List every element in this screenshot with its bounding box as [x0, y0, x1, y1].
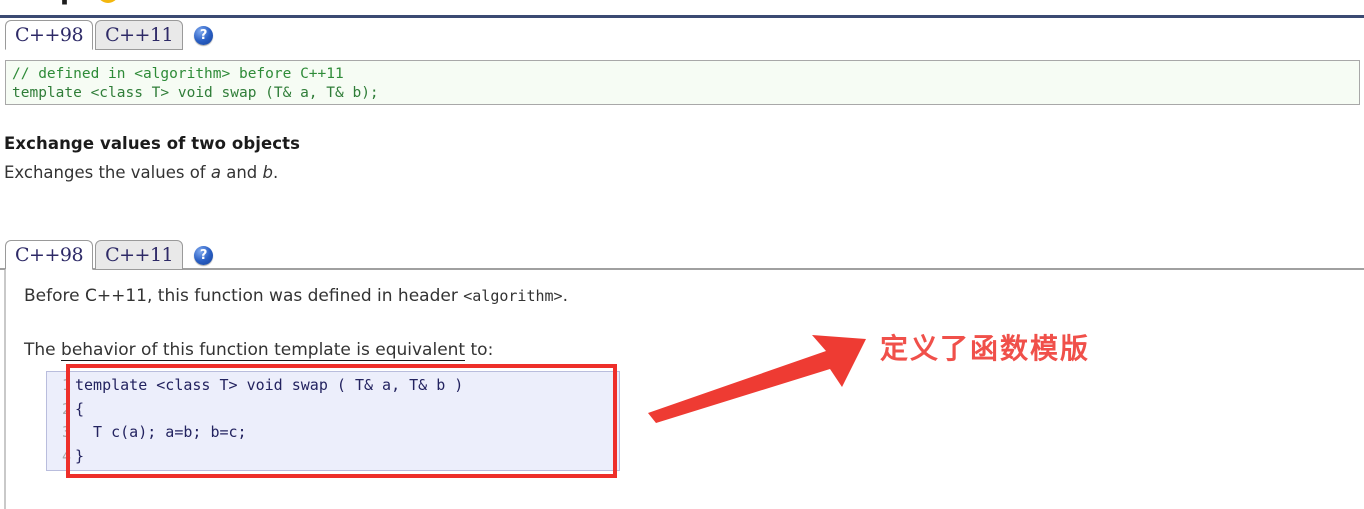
- tab-label: C++11: [105, 23, 174, 46]
- page-title-clipped: swap: [0, 0, 600, 12]
- page-title-text: swap: [0, 0, 79, 6]
- desc-mid: and: [220, 163, 263, 182]
- tab-cpp11-top[interactable]: C++11: [95, 20, 184, 50]
- paragraph-behavior: The behavior of this function template i…: [24, 340, 494, 361]
- behavior-underlined-text: behavior of this function template is eq…: [61, 340, 466, 361]
- tab-cpp98-top[interactable]: C++98: [5, 20, 94, 50]
- behavior-prefix: The: [24, 340, 62, 360]
- paragraph-before-cpp11: Before C++11, this function was defined …: [24, 286, 568, 306]
- behavior-suffix: to:: [465, 340, 494, 360]
- code-comment-line: // defined in <algorithm> before C++11: [12, 66, 344, 82]
- desc-var-a: a: [210, 163, 221, 182]
- header-name-algorithm: <algorithm>: [463, 287, 563, 305]
- help-glyph: ?: [199, 248, 208, 263]
- tab-label: C++98: [15, 243, 84, 266]
- desc-var-b: b: [262, 163, 274, 182]
- help-icon-top[interactable]: ?: [194, 26, 214, 45]
- code-signature-line: template <class T> void swap (T& a, T& b…: [12, 85, 379, 101]
- desc-prefix: Exchanges the values of: [4, 163, 211, 182]
- panel-description-body: Before C++11, this function was defined …: [4, 270, 1360, 509]
- tab-label: C++11: [105, 243, 174, 266]
- tabstrip-second: C++98 C++11 ?: [5, 238, 214, 270]
- desc-suffix: .: [273, 163, 279, 182]
- para-suffix: .: [562, 286, 568, 306]
- para-prefix: Before C++11, this function was defined …: [24, 286, 464, 306]
- code-line-numbers: 1 2 3 4: [47, 372, 71, 470]
- help-icon-second[interactable]: ?: [194, 246, 214, 265]
- code-panel-signature: // defined in <algorithm> before C++11 t…: [5, 60, 1360, 105]
- code-source-lines: template <class T> void swap ( T& a, T& …: [75, 376, 464, 465]
- tab-cpp11-second[interactable]: C++11: [95, 240, 184, 270]
- section-heading: Exchange values of two objects: [4, 134, 301, 153]
- section-description: Exchanges the values of a and b.: [4, 163, 278, 182]
- annotation-text: 定义了函数模版: [880, 332, 1091, 365]
- code-block-equivalent: 1 2 3 4 template <class T> void swap ( T…: [46, 371, 620, 471]
- tabstrip-top: C++98 C++11 ?: [5, 18, 214, 50]
- tab-label: C++98: [15, 23, 84, 46]
- function-badge-icon: [96, 0, 119, 3]
- help-glyph: ?: [199, 28, 208, 43]
- tab-cpp98-second[interactable]: C++98: [5, 240, 94, 270]
